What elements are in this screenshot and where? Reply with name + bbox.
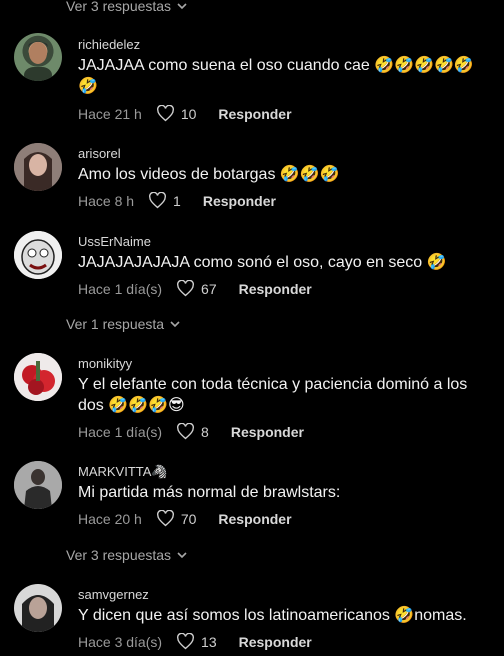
avatar[interactable] (14, 584, 62, 632)
comment-meta: Hace 3 día(s) 13 Responder (78, 633, 312, 650)
timestamp: Hace 1 día(s) (78, 423, 163, 440)
avatar[interactable] (14, 231, 62, 279)
username[interactable]: arisorel (78, 146, 121, 161)
view-replies-button[interactable]: Ver 3 respuestas (66, 545, 187, 565)
chevron-down-icon (177, 3, 187, 10)
like-button[interactable]: 10 (156, 105, 197, 122)
comment-text: Y el elefante con toda técnica y pacienc… (78, 376, 468, 414)
comment-text: Amo los videos de botargas 🤣🤣🤣 (78, 166, 340, 183)
username[interactable]: samvgernez (78, 587, 149, 602)
reply-button[interactable]: Responder (218, 106, 291, 122)
like-count: 67 (201, 280, 217, 297)
view-replies-button[interactable]: Ver 3 respuestas (66, 0, 187, 16)
view-replies-button[interactable]: Ver 1 respuesta (66, 314, 180, 334)
like-count: 1 (173, 192, 181, 209)
comment-text: JAJAJAA como suena el oso cuando cae 🤣🤣🤣… (78, 57, 474, 95)
like-button[interactable]: 67 (176, 280, 217, 297)
chevron-down-icon (170, 321, 180, 328)
comment-meta: Hace 8 h 1 Responder (78, 192, 276, 209)
username[interactable]: monikityy (78, 356, 132, 371)
username[interactable]: UssErNaime (78, 234, 151, 249)
timestamp: Hace 8 h (78, 192, 135, 209)
timestamp: Hace 21 h (78, 105, 142, 122)
heart-icon (149, 192, 166, 209)
avatar[interactable] (14, 353, 62, 401)
reply-button[interactable]: Responder (231, 424, 304, 440)
timestamp: Hace 3 día(s) (78, 633, 163, 650)
like-count: 13 (201, 633, 217, 650)
like-button[interactable]: 70 (156, 510, 197, 527)
heart-icon (177, 423, 194, 440)
comment-meta: Hace 20 h 70 Responder (78, 510, 292, 527)
comment-meta: Hace 1 día(s) 8 Responder (78, 423, 304, 440)
reply-button[interactable]: Responder (239, 281, 312, 297)
username[interactable]: MARKVITTA🦓 (78, 464, 168, 480)
comment-meta: Hace 1 día(s) 67 Responder (78, 280, 312, 297)
avatar[interactable] (14, 143, 62, 191)
comment-text: JAJAJAJAJAJA como sonó el oso, cayo en s… (78, 254, 447, 271)
comment-meta: Hace 21 h 10 Responder (78, 105, 292, 122)
like-count: 10 (180, 105, 197, 122)
view-replies-label: Ver 3 respuestas (66, 547, 172, 563)
like-button[interactable]: 13 (176, 633, 217, 650)
view-replies-label: Ver 1 respuesta (66, 316, 165, 332)
view-replies-label: Ver 3 respuestas (66, 0, 172, 14)
like-count: 70 (180, 510, 197, 527)
avatar[interactable] (14, 461, 62, 509)
timestamp: Hace 20 h (78, 510, 142, 527)
reply-button[interactable]: Responder (218, 511, 291, 527)
comment-text: Mi partida más normal de brawlstars: (78, 484, 341, 501)
like-button[interactable]: 1 (148, 192, 181, 209)
timestamp: Hace 1 día(s) (78, 280, 163, 297)
heart-icon (156, 510, 174, 527)
avatar[interactable] (14, 33, 62, 81)
reply-button[interactable]: Responder (239, 634, 312, 650)
like-button[interactable]: 8 (176, 423, 209, 440)
like-count: 8 (201, 423, 209, 440)
chevron-down-icon (177, 552, 187, 559)
username[interactable]: richiedelez (78, 37, 140, 52)
reply-button[interactable]: Responder (203, 193, 276, 209)
comment-text: Y dicen que así somos los latinoamerican… (78, 607, 467, 624)
heart-icon (156, 105, 174, 122)
heart-icon (177, 633, 194, 650)
heart-icon (177, 280, 194, 297)
